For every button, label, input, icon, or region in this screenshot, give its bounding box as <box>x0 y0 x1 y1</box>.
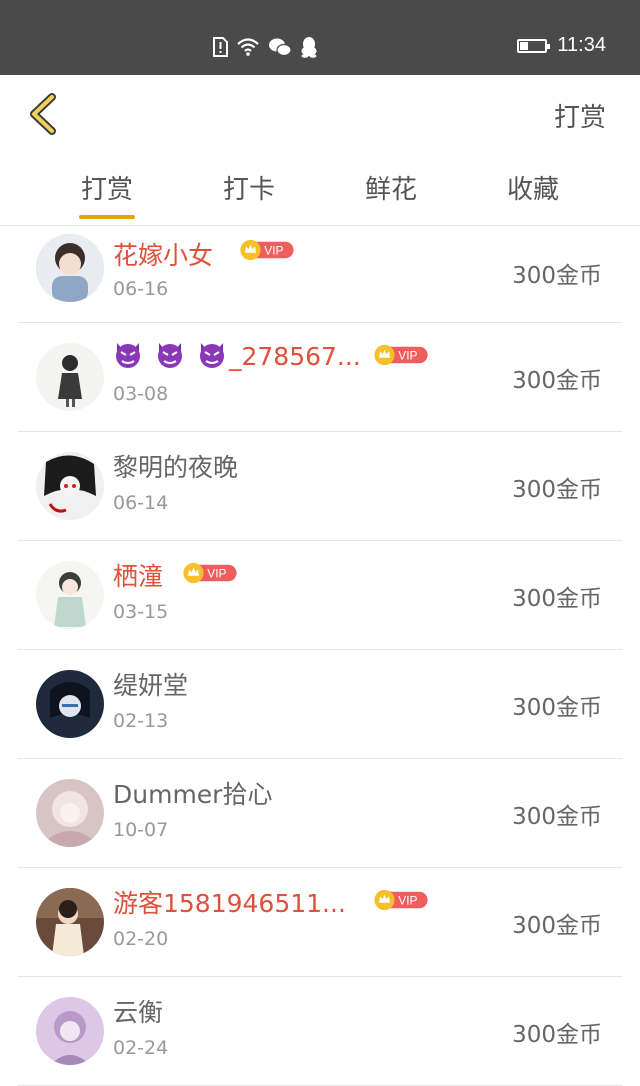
reward-amount: 300金币 <box>512 263 602 289</box>
avatar <box>36 888 104 956</box>
list-item[interactable]: Dummer拾心 10-07 300金币 <box>18 759 622 868</box>
user-name: Dummer拾心 <box>113 780 273 809</box>
reward-amount: 300金币 <box>512 1022 602 1048</box>
status-bar: 11:34 <box>0 0 640 75</box>
back-chevron-icon[interactable] <box>22 89 66 139</box>
reward-amount: 300金币 <box>512 804 602 830</box>
avatar <box>36 670 104 738</box>
user-name: _278567... <box>113 339 361 371</box>
vip-badge-icon: VIP <box>240 239 294 261</box>
reward-date: 02-13 <box>113 710 169 732</box>
list-item[interactable]: 花嫁小女 VIP 06-16 300金币 <box>18 226 622 323</box>
user-name: 游客1581946511... <box>113 889 346 918</box>
reward-amount: 300金币 <box>512 913 602 939</box>
list-item[interactable]: 云衡 02-24 300金币 <box>18 977 622 1086</box>
reward-date: 10-07 <box>113 819 169 841</box>
tab-label: 打卡 <box>222 175 275 205</box>
qq-icon <box>301 37 317 58</box>
user-name: 栖潼 <box>113 562 164 591</box>
tab-bar: 打赏 打卡 鲜花 收藏 <box>0 153 640 226</box>
reward-date: 06-16 <box>113 278 169 300</box>
reward-date: 06-14 <box>113 492 169 514</box>
status-icons <box>212 36 318 58</box>
list-item[interactable]: 栖潼 VIP 03-15 300金币 <box>18 541 622 650</box>
list-item[interactable]: _278567... VIP 03-08 300金币 <box>18 323 622 432</box>
user-name-text: _278567... <box>229 342 361 371</box>
tab-flowers[interactable]: 鲜花 <box>331 169 451 206</box>
vip-badge-icon: VIP <box>374 889 428 911</box>
tab-label: 鲜花 <box>364 175 417 205</box>
reward-date: 03-15 <box>113 601 169 623</box>
avatar <box>36 779 104 847</box>
tab-favorites[interactable]: 收藏 <box>473 169 593 206</box>
vip-label: VIP <box>264 244 283 258</box>
vip-label: VIP <box>398 349 417 363</box>
list-item[interactable]: 黎明的夜晚 06-14 300金币 <box>18 432 622 541</box>
reward-amount: 300金币 <box>512 477 602 503</box>
avatar <box>36 997 104 1065</box>
wifi-icon <box>237 38 259 56</box>
user-name: 黎明的夜晚 <box>113 453 239 482</box>
list-item[interactable]: 游客1581946511... VIP 02-20 300金币 <box>18 868 622 977</box>
battery-icon <box>517 38 551 53</box>
vip-label: VIP <box>398 894 417 908</box>
sim-alert-icon <box>213 37 228 57</box>
user-name: 花嫁小女 <box>113 241 214 270</box>
reward-date: 02-24 <box>113 1037 169 1059</box>
tab-checkin[interactable]: 打卡 <box>189 169 309 206</box>
avatar <box>36 452 104 520</box>
vip-badge-icon: VIP <box>374 344 428 366</box>
vip-label: VIP <box>207 567 226 581</box>
tab-label: 收藏 <box>506 175 559 205</box>
reward-date: 03-08 <box>113 383 169 405</box>
reward-amount: 300金币 <box>512 695 602 721</box>
reward-list: 花嫁小女 VIP 06-16 300金币 _278567... VIP 03-0… <box>18 226 622 1086</box>
devil-emoji-icon <box>158 343 182 368</box>
avatar <box>36 561 104 629</box>
reward-amount: 300金币 <box>512 368 602 394</box>
top-nav-bar: 打赏 <box>0 75 640 153</box>
reward-amount: 300金币 <box>512 586 602 612</box>
avatar <box>36 343 104 411</box>
wechat-icon <box>269 38 292 57</box>
user-name: 云衡 <box>113 998 164 1027</box>
tab-label: 打赏 <box>80 175 133 205</box>
devil-emoji-icon <box>116 343 140 368</box>
list-item[interactable]: 缇妍堂 02-13 300金币 <box>18 650 622 759</box>
active-tab-indicator <box>79 215 135 219</box>
status-time: 11:34 <box>557 34 606 56</box>
reward-date: 02-20 <box>113 928 169 950</box>
tab-reward[interactable]: 打赏 <box>47 169 167 206</box>
user-name: 缇妍堂 <box>113 671 189 700</box>
avatar <box>36 234 104 302</box>
devil-emoji-icon <box>200 343 224 368</box>
status-right: 11:34 <box>517 34 606 57</box>
vip-badge-icon: VIP <box>183 562 237 584</box>
page-title: 打赏 <box>553 103 606 133</box>
